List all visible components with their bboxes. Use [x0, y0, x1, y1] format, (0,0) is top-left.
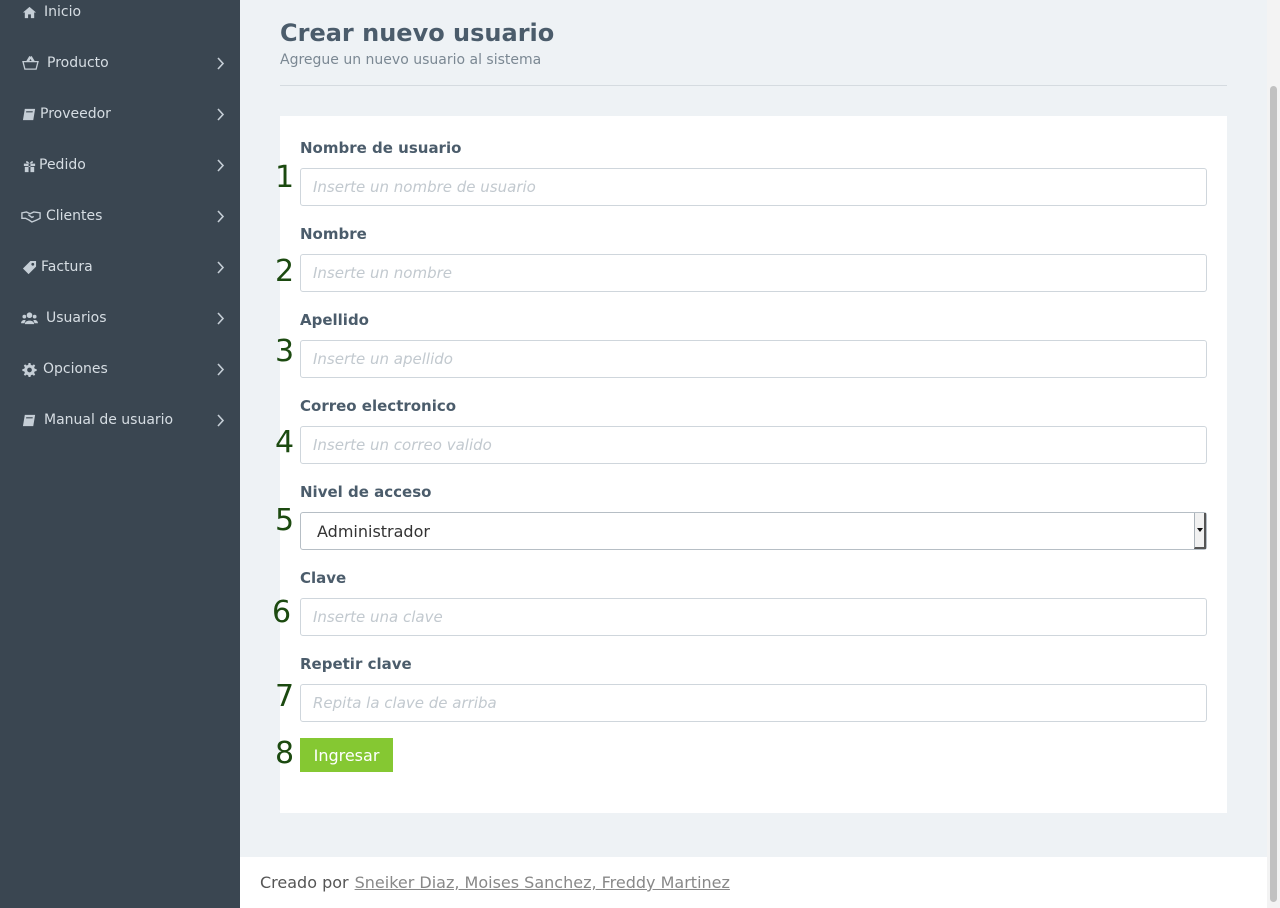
sidebar-item-clientes[interactable]: Clientes — [0, 194, 240, 238]
footer-prefix: Creado por — [260, 873, 349, 892]
submit-button[interactable]: Ingresar — [300, 738, 393, 772]
sidebar-item-pedido[interactable]: Pedido — [0, 143, 240, 187]
sidebar: Inicio Producto Proveedor Pedido Cliente… — [0, 0, 240, 908]
step-number-2: 2 — [275, 254, 295, 289]
step-number-7: 7 — [275, 679, 295, 714]
sidebar-item-label: Usuarios — [46, 310, 107, 326]
sidebar-item-label: Proveedor — [40, 106, 111, 122]
book-icon — [20, 411, 38, 429]
repeat-password-label: Repetir clave — [300, 655, 412, 673]
step-number-4: 4 — [275, 425, 295, 460]
page-title: Crear nuevo usuario — [280, 19, 555, 47]
repeat-password-input[interactable] — [300, 684, 1207, 722]
username-input[interactable] — [300, 168, 1207, 206]
chevron-right-icon — [216, 260, 226, 274]
gear-icon — [20, 360, 38, 378]
sidebar-item-inicio[interactable]: Inicio — [0, 0, 240, 34]
sidebar-item-proveedor[interactable]: Proveedor — [0, 92, 240, 136]
first-name-label: Nombre — [300, 225, 367, 243]
chevron-right-icon — [216, 158, 226, 172]
home-icon — [20, 3, 38, 21]
username-label: Nombre de usuario — [300, 139, 462, 157]
email-input[interactable] — [300, 426, 1207, 464]
sidebar-item-label: Clientes — [46, 208, 103, 224]
sidebar-item-label: Manual de usuario — [44, 412, 174, 428]
sidebar-item-producto[interactable]: Producto — [0, 41, 240, 85]
sidebar-item-manual[interactable]: Manual de usuario — [0, 398, 240, 442]
chevron-right-icon — [216, 311, 226, 325]
footer: Creado por Sneiker Diaz, Moises Sanchez,… — [240, 857, 1267, 908]
access-level-selected-value: Administrador — [317, 521, 430, 541]
chevron-right-icon — [216, 56, 226, 70]
chevron-right-icon — [216, 362, 226, 376]
access-level-label: Nivel de acceso — [300, 483, 432, 501]
sidebar-item-label: Pedido — [39, 157, 86, 173]
sidebar-item-opciones[interactable]: Opciones — [0, 347, 240, 391]
basket-icon — [20, 54, 40, 72]
step-number-5: 5 — [275, 503, 295, 538]
users-icon — [20, 309, 38, 327]
sidebar-item-label: Opciones — [43, 361, 108, 377]
last-name-input[interactable] — [300, 340, 1207, 378]
sidebar-item-usuarios[interactable]: Usuarios — [0, 296, 240, 340]
dropdown-arrow-icon[interactable] — [1194, 513, 1206, 549]
chevron-right-icon — [216, 413, 226, 427]
page-subtitle: Agregue un nuevo usuario al sistema — [280, 52, 542, 68]
password-label: Clave — [300, 569, 347, 587]
chevron-right-icon — [216, 209, 226, 223]
sidebar-item-factura[interactable]: Factura — [0, 245, 240, 289]
gift-icon — [20, 156, 38, 174]
last-name-label: Apellido — [300, 311, 369, 329]
handshake-icon — [20, 207, 42, 225]
sidebar-item-label: Inicio — [44, 4, 82, 20]
step-number-8: 8 — [275, 736, 295, 771]
sidebar-item-label: Factura — [41, 259, 93, 275]
step-number-6: 6 — [272, 595, 292, 630]
book-icon — [20, 105, 38, 123]
authors-link[interactable]: Sneiker Diaz, Moises Sanchez, Freddy Mar… — [355, 873, 730, 892]
sidebar-item-label: Producto — [47, 55, 109, 71]
create-user-form: Nombre de usuario Nombre Apellido Correo… — [280, 116, 1227, 813]
scrollbar-thumb[interactable] — [1270, 86, 1277, 902]
tag-icon — [20, 258, 38, 276]
password-input[interactable] — [300, 598, 1207, 636]
email-label: Correo electronico — [300, 397, 457, 415]
divider — [280, 85, 1227, 86]
first-name-input[interactable] — [300, 254, 1207, 292]
scrollbar[interactable] — [1267, 0, 1280, 908]
chevron-right-icon — [216, 107, 226, 121]
step-number-3: 3 — [275, 334, 295, 369]
step-number-1: 1 — [275, 160, 295, 195]
main-content: Crear nuevo usuario Agregue un nuevo usu… — [240, 0, 1267, 857]
access-level-select[interactable]: Administrador — [300, 512, 1207, 550]
